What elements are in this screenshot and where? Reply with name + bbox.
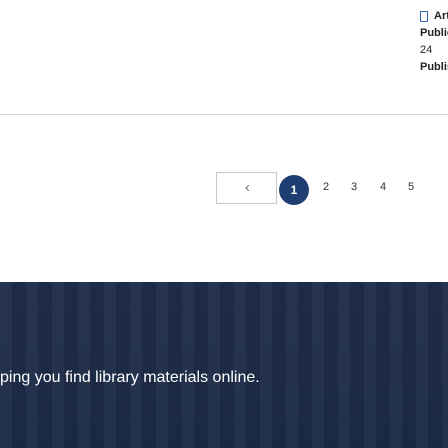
chevron-left-icon: ‹	[245, 179, 250, 196]
publication-label: Publicat	[420, 27, 448, 39]
result-card-meta: Artic Publicat 24 Publish	[420, 8, 448, 76]
banner-background-texture	[0, 282, 448, 448]
banner-text: ping you find library materials online.	[0, 369, 260, 386]
page-link-3[interactable]: 3	[344, 181, 364, 193]
page-link-4[interactable]: 4	[373, 181, 393, 193]
page-link-5[interactable]: 5	[401, 181, 421, 193]
published-label: Publish	[420, 61, 448, 73]
library-help-banner: ping you find library materials online.	[0, 282, 448, 448]
results-divider	[0, 114, 448, 115]
result-title-row: Artic	[420, 8, 448, 25]
document-icon	[420, 11, 428, 22]
publication-value: 24	[420, 44, 433, 56]
previous-page-button[interactable]: ‹	[216, 172, 277, 204]
pagination: ‹ 1 2 3 4 5	[0, 172, 448, 212]
result-title[interactable]: Artic	[434, 8, 448, 25]
page-link-2[interactable]: 2	[316, 181, 336, 193]
current-page-indicator[interactable]: 1	[279, 175, 309, 205]
